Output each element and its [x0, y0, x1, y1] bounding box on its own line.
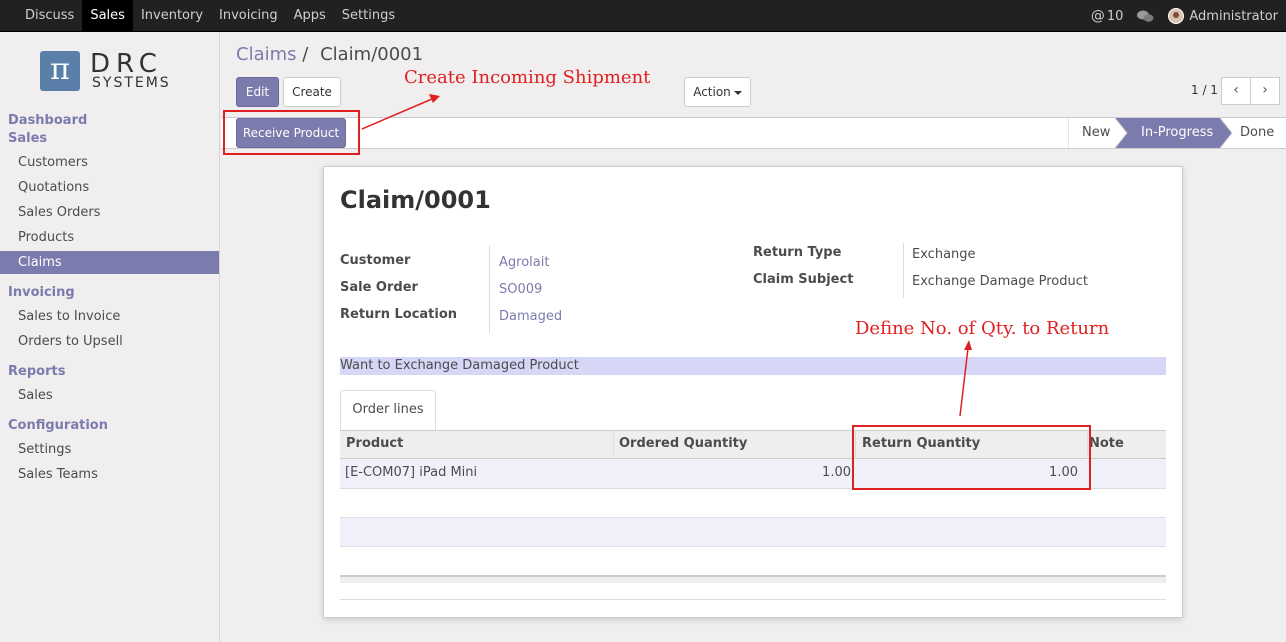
stage-done[interactable]: Done: [1240, 118, 1274, 148]
return-type-value: Exchange: [912, 247, 976, 262]
form-sheet: [323, 166, 1183, 618]
sidebar-item-sales-teams[interactable]: Sales Teams: [0, 463, 219, 486]
menu-invoicing[interactable]: Invoicing: [211, 0, 286, 32]
logo-text-systems: SYSTEMS: [92, 75, 171, 91]
sidebar-section-configuration: Configuration: [8, 418, 108, 433]
record-title: Claim/0001: [340, 186, 491, 214]
arrowhead-shipment: [429, 94, 440, 103]
sidebar-dashboard[interactable]: Dashboard: [8, 113, 87, 128]
caret-down-icon: [733, 90, 742, 95]
claim-description: Want to Exchange Damaged Product: [340, 357, 1166, 375]
return-location-label: Return Location: [340, 307, 458, 322]
chevron-left-icon: ‹: [1233, 82, 1239, 98]
cell-product: [E-COM07] iPad Mini: [345, 465, 478, 480]
sidebar-item-sales-to-invoice[interactable]: Sales to Invoice: [0, 305, 219, 328]
sidebar-item-reports-sales[interactable]: Sales: [0, 384, 219, 407]
cell-ordered-quantity: 1.00: [822, 465, 851, 480]
sidebar-section-sales: Sales: [8, 131, 48, 146]
sidebar-section-reports: Reports: [8, 364, 66, 379]
breadcrumb-separator: /: [302, 44, 309, 65]
sidebar-item-quotations[interactable]: Quotations: [0, 176, 219, 199]
user-menu[interactable]: Administrator: [1168, 8, 1278, 24]
claim-subject-label: Claim Subject: [753, 272, 854, 287]
breadcrumb: Claims / Claim/0001: [236, 44, 423, 65]
create-button[interactable]: Create: [283, 77, 341, 107]
chevron-right-icon: ›: [1262, 82, 1268, 98]
form-statusbar: [221, 117, 1286, 149]
edit-button[interactable]: Edit: [236, 77, 279, 107]
field-divider-right: [903, 243, 904, 298]
sidebar-section-invoicing: Invoicing: [8, 285, 75, 300]
mentions-count: 10: [1106, 8, 1124, 24]
sheet-divider: [340, 599, 1166, 600]
action-dropdown[interactable]: Action: [684, 77, 751, 107]
pager-previous-button[interactable]: ‹: [1221, 77, 1251, 105]
breadcrumb-claims[interactable]: Claims: [236, 44, 297, 65]
column-note[interactable]: Note: [1089, 436, 1124, 451]
menu-inventory[interactable]: Inventory: [133, 0, 211, 32]
mentions-indicator[interactable]: @ 10: [1091, 8, 1124, 24]
table-footer: [340, 575, 1166, 583]
menu-sales[interactable]: Sales: [82, 0, 133, 32]
menu-discuss[interactable]: Discuss: [17, 0, 82, 32]
tab-order-lines[interactable]: Order lines: [340, 390, 436, 431]
sidebar-item-sales-orders[interactable]: Sales Orders: [0, 201, 219, 224]
avatar: [1168, 8, 1185, 24]
sidebar-item-settings[interactable]: Settings: [0, 438, 219, 461]
field-divider: [489, 245, 490, 333]
systray: @ 10 Administrator: [1077, 0, 1278, 32]
annotation-define-qty-to-return: Define No. of Qty. to Return: [855, 318, 1110, 339]
claim-subject-value: Exchange Damage Product: [912, 274, 1089, 289]
stage-new[interactable]: New: [1082, 118, 1110, 148]
column-ordered-quantity[interactable]: Ordered Quantity: [619, 436, 747, 451]
return-location-value[interactable]: Damaged: [499, 309, 562, 324]
top-navbar: Discuss Sales Inventory Invoicing Apps S…: [0, 0, 1286, 32]
annotation-box-receive-product: [223, 110, 360, 155]
logo-pi-icon: π: [40, 51, 80, 91]
menu-apps[interactable]: Apps: [286, 0, 334, 32]
pager-value: 1 / 1: [1191, 83, 1218, 97]
annotation-create-incoming-shipment: Create Incoming Shipment: [404, 67, 651, 88]
pager-next-button[interactable]: ›: [1250, 77, 1280, 105]
user-name: Administrator: [1189, 8, 1278, 24]
breadcrumb-current: Claim/0001: [320, 44, 424, 65]
stage-in-progress[interactable]: In-Progress: [1141, 118, 1213, 148]
chat-bubbles-icon: [1137, 10, 1154, 22]
sidebar-item-claims[interactable]: Claims: [0, 251, 219, 274]
column-product[interactable]: Product: [346, 436, 403, 451]
chat-indicator[interactable]: [1137, 10, 1154, 23]
annotation-box-return-quantity: [852, 425, 1091, 490]
sale-order-value[interactable]: SO009: [499, 282, 542, 297]
sidebar-item-customers[interactable]: Customers: [0, 151, 219, 174]
sale-order-label: Sale Order: [340, 280, 418, 295]
return-type-label: Return Type: [753, 245, 842, 260]
menu-settings[interactable]: Settings: [334, 0, 403, 32]
customer-value[interactable]: Agrolait: [499, 255, 549, 270]
empty-table-row: [340, 517, 1166, 547]
company-logo: π DRC SYSTEMS: [40, 49, 185, 93]
sidebar-item-orders-to-upsell[interactable]: Orders to Upsell: [0, 330, 219, 353]
customer-label: Customer: [340, 253, 411, 268]
action-label: Action: [693, 85, 731, 99]
at-icon: @: [1090, 8, 1105, 24]
column-divider: [613, 431, 614, 459]
app-menu: Discuss Sales Inventory Invoicing Apps S…: [17, 0, 403, 32]
sidebar-item-products[interactable]: Products: [0, 226, 219, 249]
